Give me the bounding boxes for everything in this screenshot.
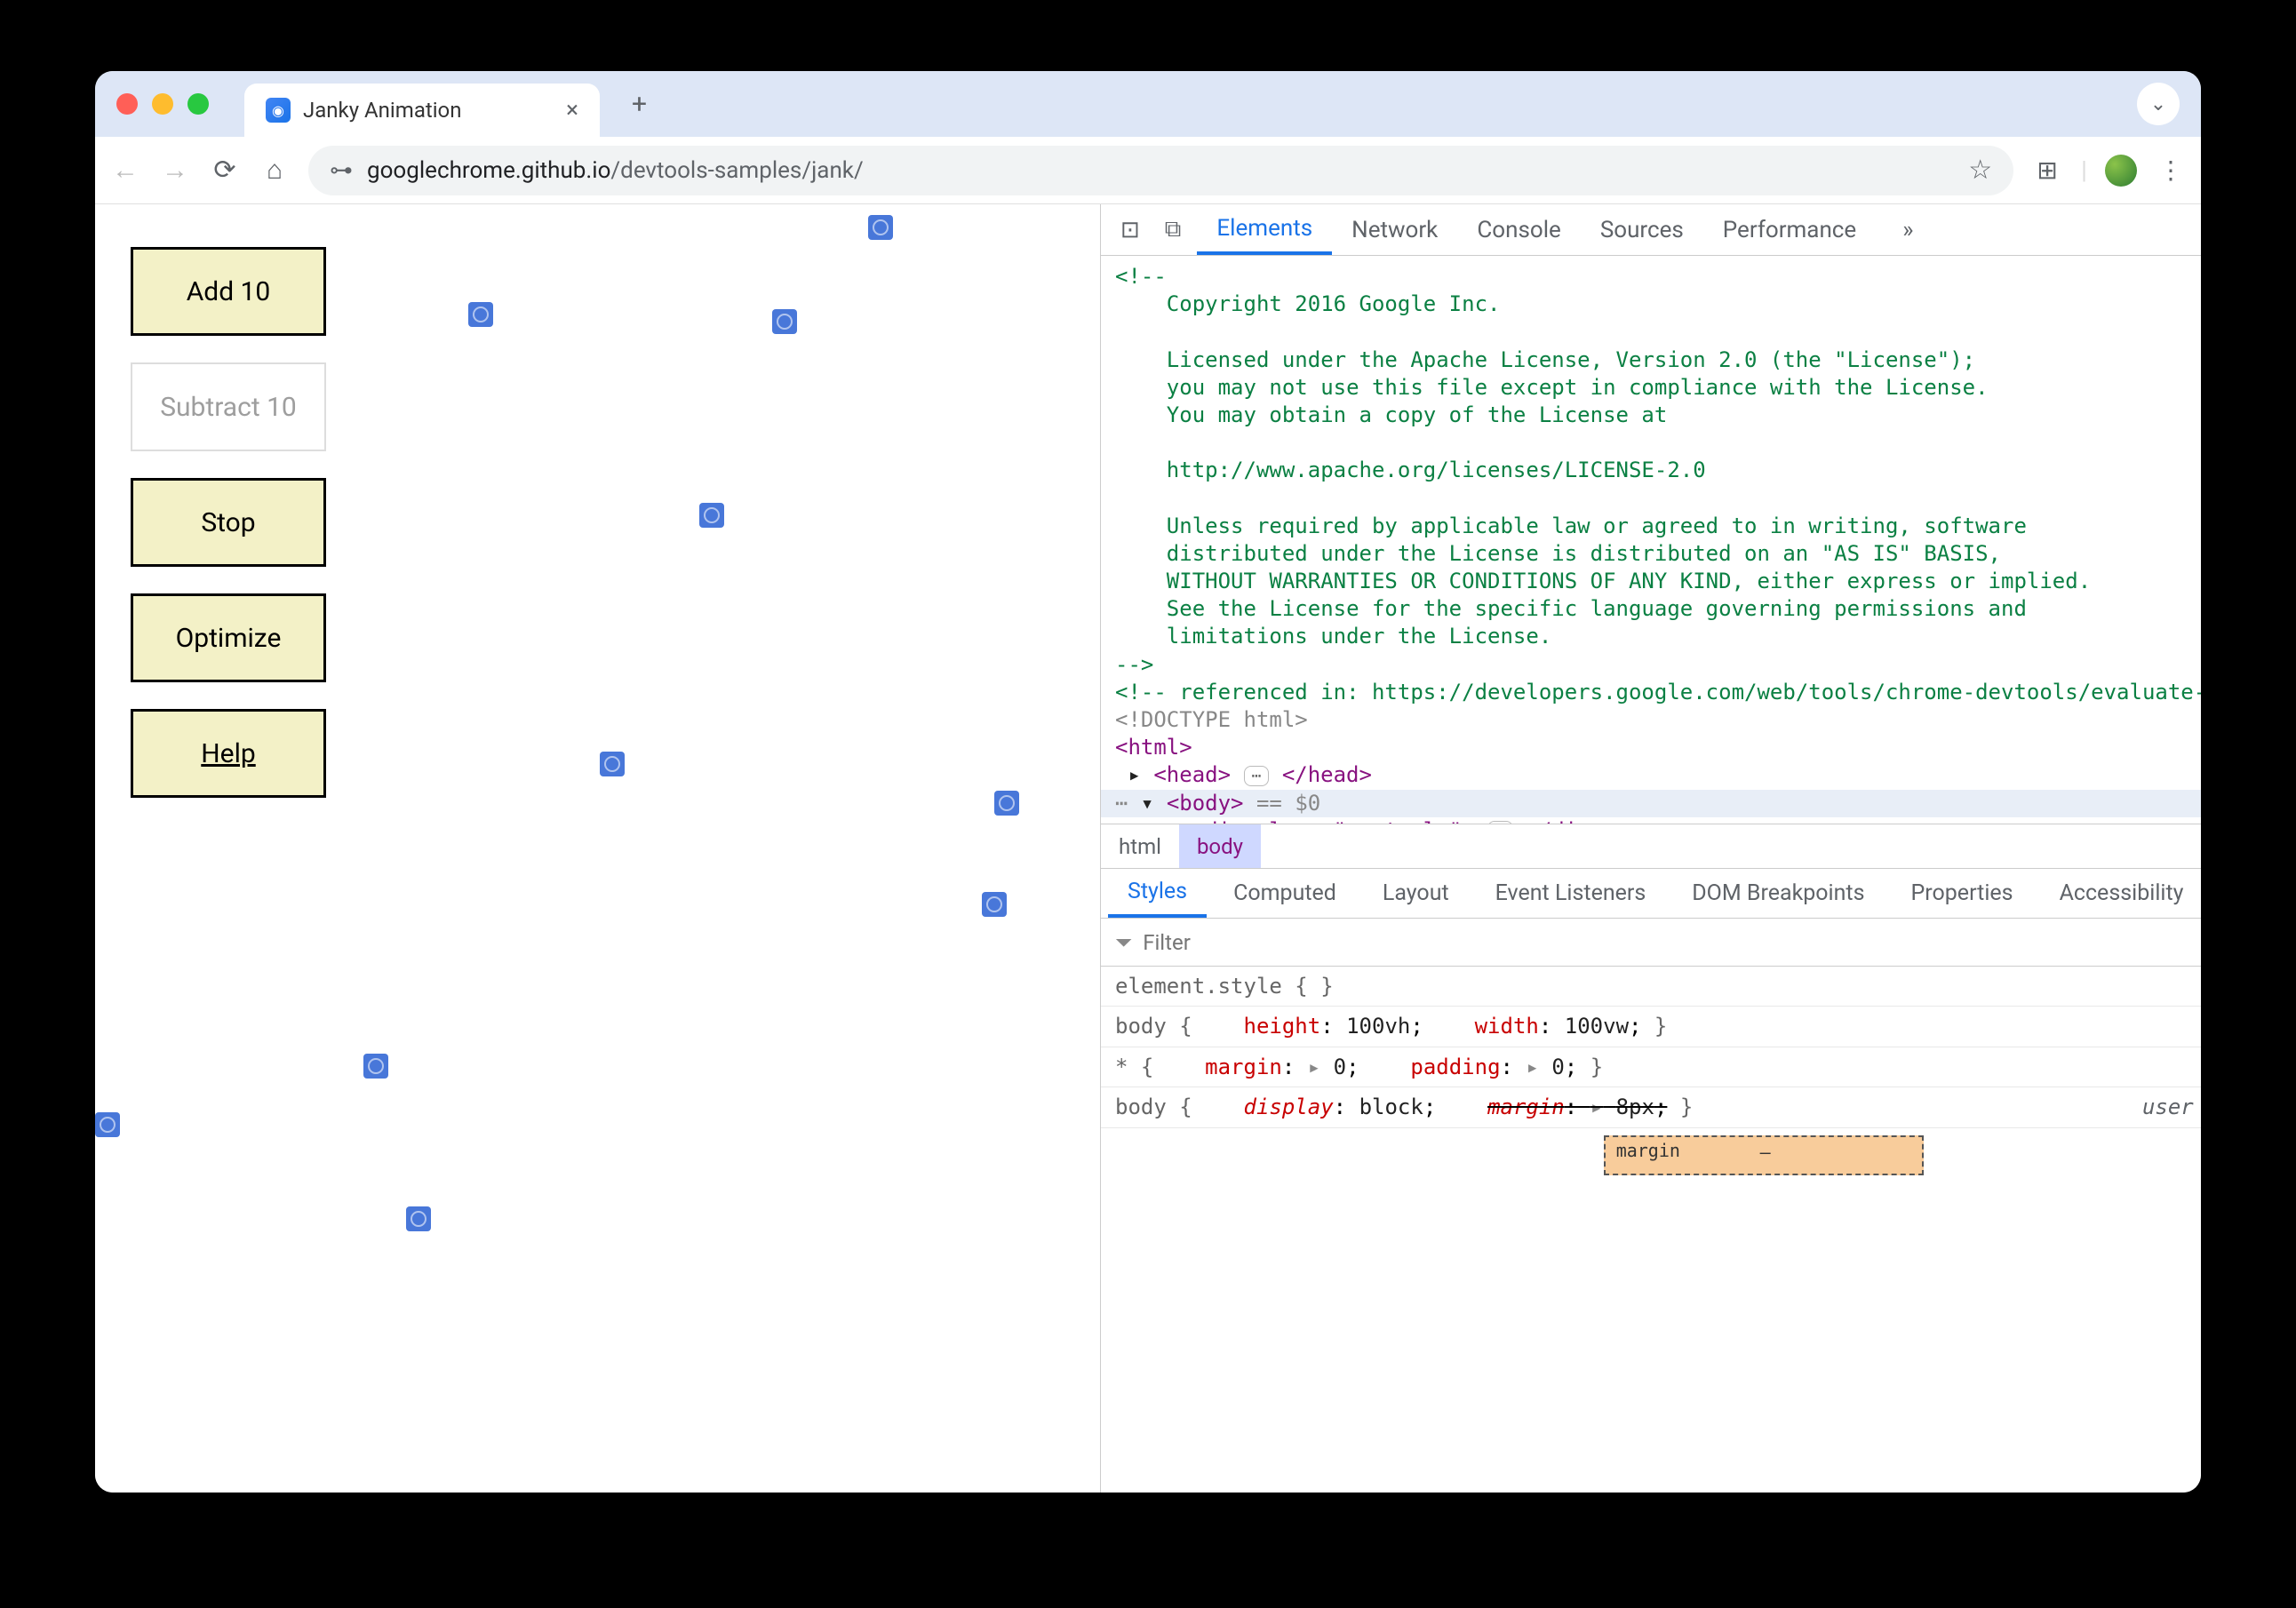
rule-star[interactable]: styles.css:15 * { margin: ▸ 0; padding: … [1101,1047,2201,1087]
dom-breadcrumb: html body [1101,824,2201,869]
breadcrumb-body[interactable]: body [1179,824,1261,868]
styles-tab-layout[interactable]: Layout [1363,869,1469,918]
animated-box [95,1112,120,1137]
close-tab-button[interactable]: × [566,97,578,123]
devtools-tab-console[interactable]: Console [1457,204,1580,255]
dom-div-close: </div> [1526,818,1603,824]
dom-doctype: <!DOCTYPE html> [1115,707,1308,732]
rule-body-author[interactable]: styles.css:20 body { height: 100vh; widt… [1101,1007,2201,1047]
collapsed-badge-icon[interactable]: ⋯ [1487,821,1513,824]
styles-tab-dom-breakpoints[interactable]: DOM Breakpoints [1672,869,1884,918]
animated-box [600,752,625,776]
animated-box [468,302,493,327]
box-model-margin-value: – [1760,1141,1771,1165]
animated-box [699,503,724,528]
dom-head-close: </head> [1282,762,1372,787]
devtools-tabbar: ⊡ ⧉ ElementsNetworkConsoleSourcesPerform… [1101,204,2201,256]
dom-body-selected-row[interactable]: ⋯ ▾ <body> == $0 [1101,790,2201,817]
url-host: googlechrome.github.io [367,157,610,184]
browser-window: ◉ Janky Animation × + ⌄ ← → ⟳ ⌂ ⊶ google… [95,71,2201,1493]
inspect-element-icon[interactable]: ⊡ [1112,217,1149,243]
separator: | [2081,155,2087,185]
back-button[interactable]: ← [109,155,141,186]
styles-rules-panel[interactable]: element.style { } styles.css:20 body { h… [1101,967,2201,1493]
favicon-icon: ◉ [266,98,291,123]
animated-box [982,892,1007,917]
browser-tab[interactable]: ◉ Janky Animation × [244,84,600,137]
traffic-lights [116,93,209,115]
maximize-window-button[interactable] [187,93,209,115]
filter-input[interactable] [1143,930,2201,955]
animated-boxes-layer [95,204,1100,1493]
address-bar[interactable]: ⊶ googlechrome.github.io/devtools-sample… [308,146,2013,195]
dom-html-tag[interactable]: <html> [1115,735,1192,760]
dom-head-open[interactable]: <head> [1153,762,1231,787]
close-window-button[interactable] [116,93,138,115]
styles-tab-properties[interactable]: Properties [1892,869,2033,918]
devtools-tab-elements[interactable]: Elements [1197,204,1332,255]
device-toggle-icon[interactable]: ⧉ [1156,216,1191,243]
breadcrumb-html[interactable]: html [1101,824,1179,868]
styles-filter-row: ⏷ :hov .cls ＋ ☲ ◫ [1101,919,2201,967]
chevron-down-icon[interactable]: ⌄ [2137,83,2180,125]
dom-tree-panel[interactable]: <!-- Copyright 2016 Google Inc. Licensed… [1101,256,2201,824]
styles-tab-styles[interactable]: Styles [1108,869,1207,918]
more-tabs-button[interactable]: » [1883,204,1933,255]
animated-box [868,215,893,240]
collapsed-badge-icon[interactable]: ⋯ [1244,766,1270,787]
reload-button[interactable]: ⟳ [209,155,241,186]
rule-body-ua[interactable]: user agent stylesheet body { display: bl… [1101,1087,2201,1127]
titlebar: ◉ Janky Animation × + ⌄ [95,71,2201,137]
page-viewport: Add 10 Subtract 10 Stop Optimize Help [95,204,1101,1493]
bookmark-star-icon[interactable]: ☆ [1968,155,1992,186]
extensions-icon[interactable]: ⊞ [2031,155,2063,185]
forward-button[interactable]: → [159,155,191,186]
filter-funnel-icon: ⏷ [1115,930,1132,955]
dom-body-tag: <body> [1167,791,1244,816]
site-info-icon[interactable]: ⊶ [330,157,353,184]
avatar[interactable] [2105,155,2137,187]
content-area: Add 10 Subtract 10 Stop Optimize Help ⊡ … [95,204,2201,1493]
source-ua-label: user agent stylesheet [2142,1093,2201,1121]
devtools-panel: ⊡ ⧉ ElementsNetworkConsoleSourcesPerform… [1101,204,2201,1493]
animated-box [406,1206,431,1231]
rule-element-style[interactable]: element.style { } [1101,967,2201,1007]
devtools-tab-sources[interactable]: Sources [1581,204,1703,255]
devtools-tab-network[interactable]: Network [1332,204,1457,255]
new-tab-button[interactable]: + [632,89,647,120]
url-path: /devtools-samples/jank/ [610,157,863,184]
animated-box [363,1054,388,1079]
kebab-menu-icon[interactable]: ⋮ [2155,155,2187,185]
dom-selection-marker: == $0 [1244,791,1321,816]
styles-tabbar: StylesComputedLayoutEvent ListenersDOM B… [1101,869,2201,919]
box-model-margin-label: margin [1616,1140,1680,1161]
devtools-tab-performance[interactable]: Performance [1703,204,1876,255]
styles-tab-computed[interactable]: Computed [1214,869,1356,918]
toolbar: ← → ⟳ ⌂ ⊶ googlechrome.github.io/devtool… [95,137,2201,204]
minimize-window-button[interactable] [152,93,173,115]
home-button[interactable]: ⌂ [259,155,291,186]
animated-box [994,791,1019,816]
styles-tab-event-listeners[interactable]: Event Listeners [1476,869,1666,918]
animated-box [772,309,797,334]
box-model-diagram[interactable]: margin – [1101,1128,2201,1175]
dom-div-controls[interactable]: <div class="controls"> [1192,818,1475,824]
styles-tab-accessibility[interactable]: Accessibility [2040,869,2201,918]
tab-title: Janky Animation [303,98,462,123]
